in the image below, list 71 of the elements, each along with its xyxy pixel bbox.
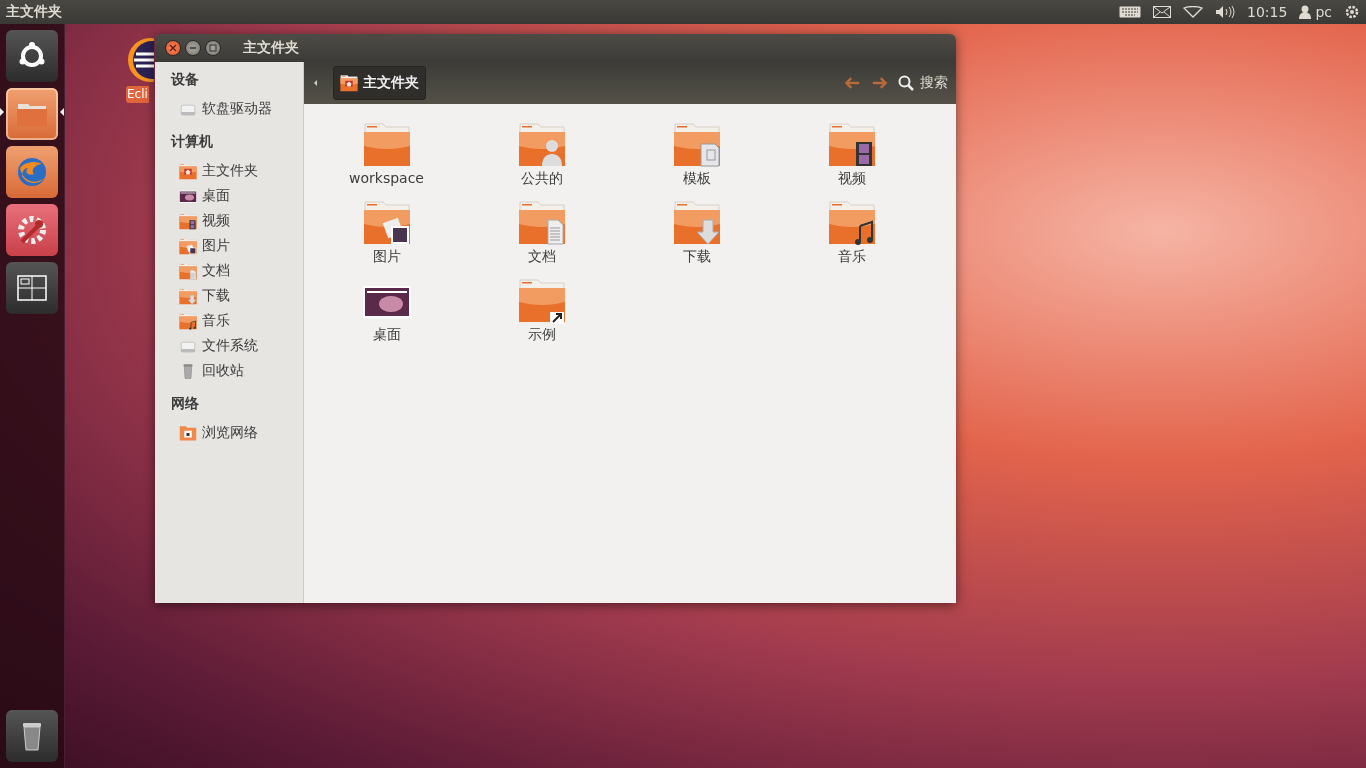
right-arrow-icon (872, 76, 888, 90)
sidebar-item[interactable]: 文件系统 (155, 333, 303, 358)
scroll-left-icon[interactable] (314, 80, 317, 86)
launcher-item[interactable] (6, 262, 58, 314)
launcher-item[interactable] (6, 30, 58, 82)
sidebar-item[interactable]: 下载 (155, 283, 303, 308)
maximize-icon (209, 44, 217, 52)
mail-icon[interactable] (1153, 6, 1172, 18)
person-icon[interactable] (1299, 5, 1312, 19)
network-folder-icon (179, 423, 197, 442)
person-folder-icon[interactable] (517, 120, 566, 168)
window-title: 主文件夹 (6, 3, 63, 21)
sidebar-item[interactable]: 主文件夹 (155, 158, 303, 183)
user-name[interactable]: pc (1315, 4, 1332, 20)
sidebar-heading: 计算机 (169, 132, 214, 151)
sidebar-heading: 设备 (169, 70, 200, 89)
file-label[interactable]: 下载 (682, 248, 711, 266)
sidebar-item[interactable]: 文档 (155, 258, 303, 283)
clock[interactable]: 10:15 (1247, 4, 1288, 20)
sidebar-item[interactable]: 桌面 (155, 183, 303, 208)
folder-icon[interactable] (362, 120, 411, 168)
home-folder-icon (340, 74, 358, 92)
search-button[interactable]: 搜索 (894, 69, 952, 97)
close-icon (169, 44, 177, 52)
sidebar-item[interactable]: 图片 (155, 233, 303, 258)
download-folder-icon (179, 286, 197, 305)
file-label[interactable]: 视频 (837, 170, 866, 188)
sidebar-item[interactable]: 音乐 (155, 308, 303, 333)
maximize-button[interactable] (205, 40, 221, 56)
minimize-button[interactable] (185, 40, 201, 56)
home-folder-icon (179, 161, 197, 180)
window-title: 主文件夹 (243, 39, 299, 57)
location-button[interactable]: 主文件夹 (333, 66, 426, 100)
shortcut-folder-icon[interactable] (517, 276, 566, 324)
gear-wrench-icon (16, 214, 48, 246)
template-folder-icon[interactable] (672, 120, 721, 168)
document-folder-icon[interactable] (517, 198, 566, 246)
sidebar-heading: 网络 (170, 394, 200, 413)
photo-folder-icon (179, 236, 197, 255)
close-button[interactable] (165, 40, 181, 56)
workspace-grid-icon (16, 272, 48, 304)
sidebar-item[interactable]: 视频 (155, 208, 303, 233)
sidebar-item[interactable]: 浏览网络 (155, 420, 303, 445)
file-label[interactable]: 模板 (682, 170, 711, 188)
photo-folder-icon[interactable] (362, 198, 411, 246)
download-folder-icon[interactable] (672, 198, 721, 246)
file-label[interactable]: 示例 (527, 326, 556, 344)
settings-icon[interactable] (1344, 4, 1360, 20)
music-folder-icon[interactable] (827, 198, 876, 246)
volume-icon[interactable] (1215, 5, 1236, 19)
search-icon (898, 75, 914, 91)
launcher-item[interactable] (6, 710, 58, 762)
music-folder-icon (179, 311, 197, 330)
file-label[interactable]: 音乐 (837, 248, 866, 266)
globe-icon (16, 156, 48, 188)
minimize-icon (189, 44, 197, 52)
wifi-icon[interactable] (1183, 6, 1204, 18)
file-label[interactable]: 文档 (527, 248, 556, 266)
film-folder-icon[interactable] (827, 120, 876, 168)
running-indicator (0, 108, 4, 116)
keyboard-icon[interactable] (1119, 6, 1142, 18)
sidebar-item[interactable]: 回收站 (155, 358, 303, 383)
file-label[interactable]: 桌面 (372, 326, 401, 344)
sidebar-item[interactable]: 软盘驱动器 (155, 96, 303, 121)
focus-indicator (60, 108, 64, 116)
file-label[interactable]: workspace (349, 170, 424, 186)
document-folder-icon (179, 261, 197, 280)
file-label[interactable]: 公共的 (520, 170, 563, 188)
file-label[interactable]: 图片 (372, 248, 401, 266)
film-folder-icon (179, 211, 197, 230)
left-arrow-icon (844, 76, 860, 90)
